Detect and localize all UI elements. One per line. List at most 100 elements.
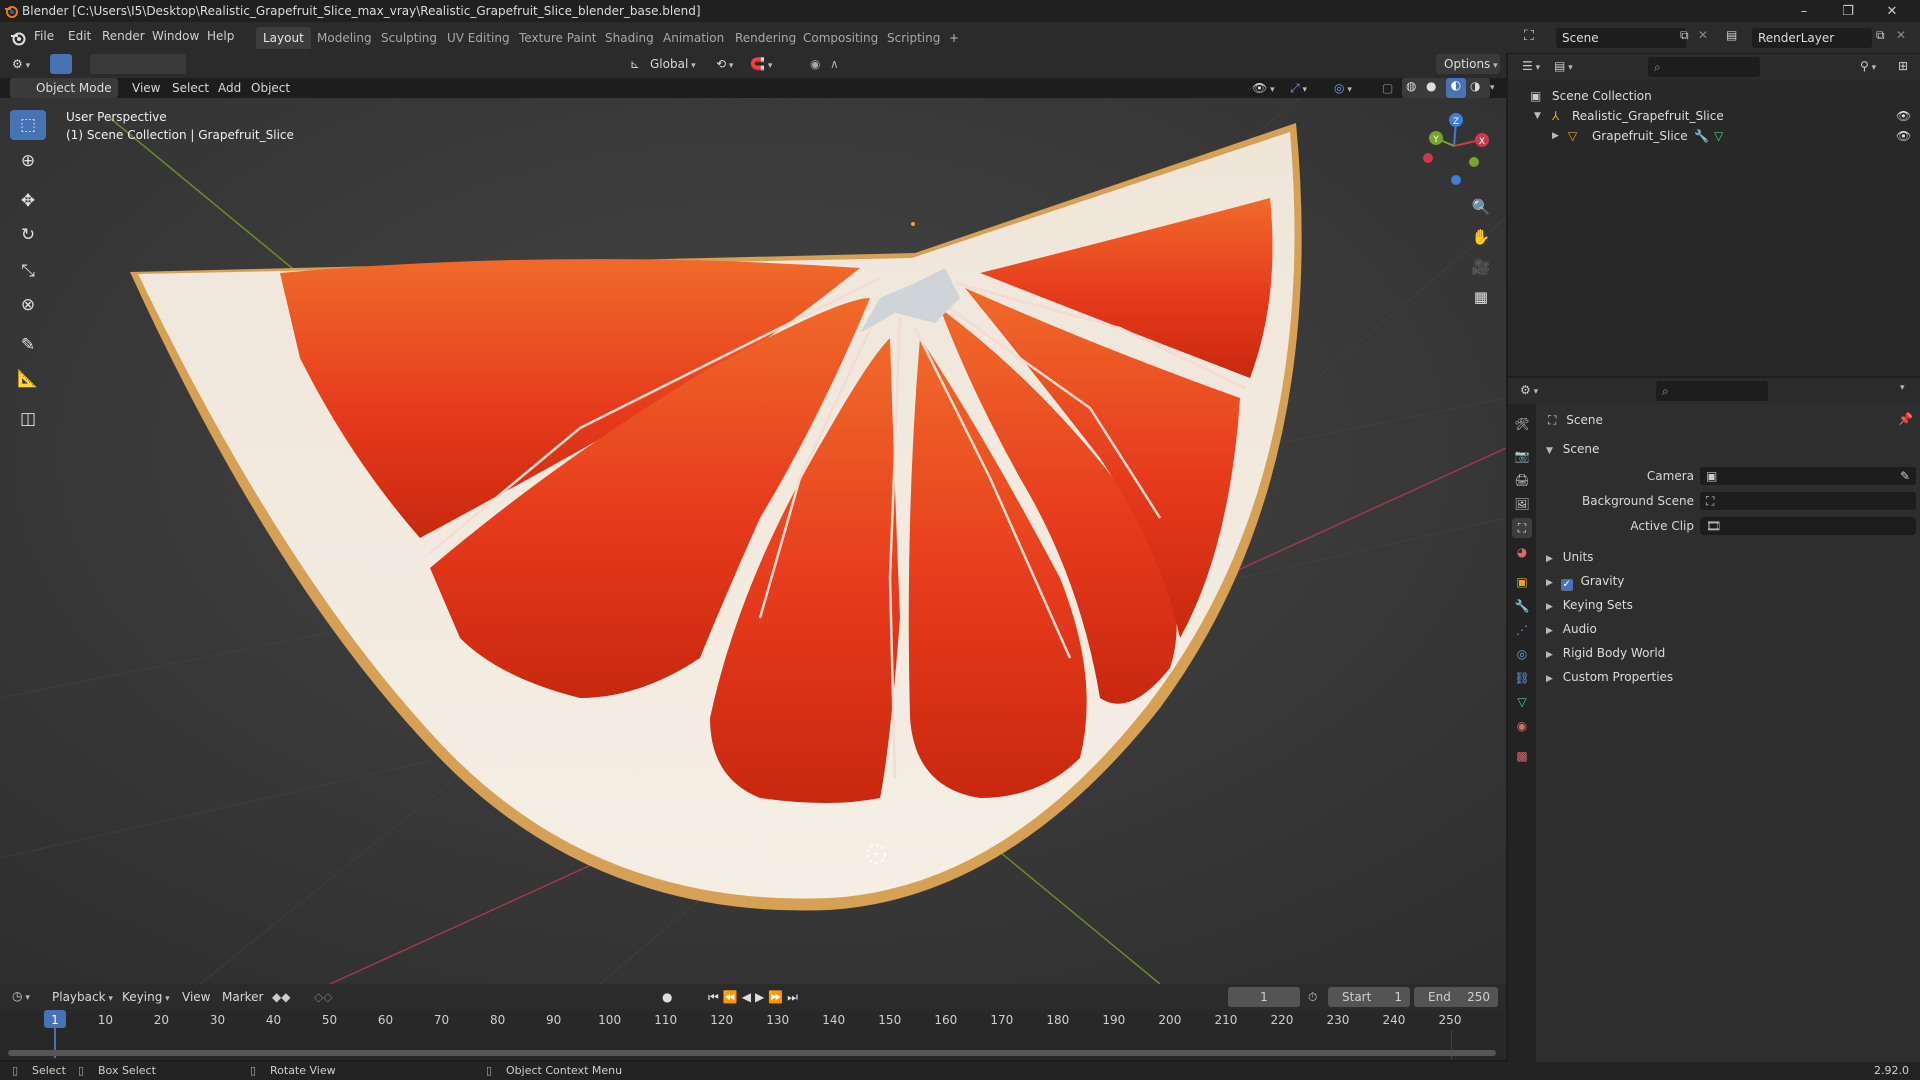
physics-tab-icon[interactable]: ◎ xyxy=(1512,644,1532,664)
orthographic-grid-icon[interactable]: ▦ xyxy=(1468,284,1494,310)
active-clip-field[interactable]: 🎞 xyxy=(1700,517,1916,535)
outliner-search-input[interactable]: ⌕ xyxy=(1648,57,1760,77)
new-collection-icon[interactable]: ⊞ xyxy=(1898,59,1908,73)
pivot-dropdown[interactable]: ⟲ xyxy=(716,54,733,74)
add-cube-tool[interactable]: ◫ xyxy=(10,404,46,434)
editor-type-icon[interactable]: ⚙ xyxy=(12,54,30,74)
solid-shading-icon[interactable]: ● xyxy=(1426,79,1436,93)
gizmo-neg-x[interactable] xyxy=(1423,153,1433,163)
tab-compositing[interactable]: Compositing xyxy=(796,27,885,49)
view-layer-tab-icon[interactable]: 🖼 xyxy=(1512,494,1532,514)
menu-file[interactable]: File xyxy=(34,29,54,43)
tab-uv-editing[interactable]: UV Editing xyxy=(440,27,517,49)
outliner-editor-type-icon[interactable]: ☰ xyxy=(1522,59,1540,73)
timeline-menu-keying[interactable]: Keying xyxy=(122,987,170,1007)
menu-edit[interactable]: Edit xyxy=(68,29,91,43)
add-workspace-button[interactable]: + xyxy=(942,27,966,49)
3d-viewport[interactable]: Z X Y User Perspective (1) Scene Collect… xyxy=(0,98,1506,984)
tab-texture-paint[interactable]: Texture Paint xyxy=(512,27,603,49)
viewport-menu-select[interactable]: Select xyxy=(172,78,209,98)
constraints-tab-icon[interactable]: ⛓ xyxy=(1512,668,1532,688)
viewport-menu-view[interactable]: View xyxy=(132,78,160,98)
eyedropper-icon[interactable]: ✎ xyxy=(1900,466,1910,486)
filter-icon[interactable]: ⚲ xyxy=(1860,59,1876,73)
gizmo-neg-y[interactable] xyxy=(1469,157,1479,167)
timeline-menu-view[interactable]: View xyxy=(182,987,210,1007)
gravity-checkbox[interactable]: ✓ xyxy=(1560,579,1573,591)
modifier-wrench-icon[interactable]: 🔧 xyxy=(1694,126,1709,146)
wireframe-shading-icon[interactable]: ◍ xyxy=(1406,79,1416,93)
timeline-menu-marker[interactable]: Marker xyxy=(222,987,263,1007)
snap-dropdown[interactable]: 🧲 xyxy=(750,54,772,74)
timeline-editor-type-icon[interactable]: ◷ xyxy=(12,989,30,1003)
frame-ruler[interactable]: 1 10 20 30 40 50 60 70 80 90 100 110 120 130 140 150 160… xyxy=(0,1010,1506,1032)
gizmo-neg-z[interactable] xyxy=(1451,175,1461,185)
close-button[interactable]: ✕ xyxy=(1870,0,1914,22)
mesh-data-icon[interactable]: ▽ xyxy=(1714,126,1723,146)
timeline[interactable]: 1 10 20 30 40 50 60 70 80 90 100 110 120 130 140 150 160… xyxy=(0,1010,1506,1060)
tool-tab-icon[interactable]: 🛠 xyxy=(1512,414,1532,434)
output-tab-icon[interactable]: 🖨 xyxy=(1512,470,1532,490)
rendered-shading-icon[interactable]: ◑ xyxy=(1470,79,1480,93)
auto-keying-icon[interactable]: ● xyxy=(662,987,672,1007)
view-layer-field[interactable]: RenderLayer xyxy=(1752,28,1872,48)
zoom-icon[interactable]: 🔍 xyxy=(1468,194,1494,220)
render-tab-icon[interactable]: 📷 xyxy=(1512,446,1532,466)
material-tab-icon[interactable]: ◉ xyxy=(1512,716,1532,736)
viewport-menu-add[interactable]: Add xyxy=(218,78,241,98)
tab-animation[interactable]: Animation xyxy=(656,27,731,49)
keyframe-delete-icon[interactable]: ◇◇ xyxy=(314,987,332,1007)
panel-keying-sets[interactable]: ▶ Keying Sets xyxy=(1538,594,1916,616)
panel-gravity[interactable]: ▶ ✓ Gravity xyxy=(1538,570,1916,592)
visibility-eye-icon[interactable]: 👁 xyxy=(1896,126,1911,146)
transform-tool[interactable]: ⊗ xyxy=(10,290,46,320)
tab-shading[interactable]: Shading xyxy=(598,27,661,49)
display-mode-icon[interactable]: ▤ xyxy=(1554,59,1573,73)
shading-mode-buttons[interactable]: ◍ ● ◐ ◑ xyxy=(1402,78,1490,98)
remove-view-layer-icon[interactable]: ✕ xyxy=(1896,28,1906,42)
expand-arrow-icon[interactable]: ▶ xyxy=(1552,126,1559,146)
orientation-dropdown[interactable]: Global xyxy=(650,54,696,74)
tree-row-scene-collection[interactable]: ▣ Scene Collection xyxy=(1508,86,1920,106)
xray-toggle[interactable]: ▢ xyxy=(1382,78,1393,98)
cursor-tool[interactable]: ⊕ xyxy=(10,146,46,176)
tab-rendering[interactable]: Rendering xyxy=(728,27,803,49)
properties-options-chevron-icon[interactable]: ▾ xyxy=(1900,383,1905,393)
pin-icon[interactable]: 📌 xyxy=(1898,412,1913,426)
panel-units[interactable]: ▶ Units xyxy=(1538,546,1916,568)
expand-arrow-icon[interactable]: ▼ xyxy=(1534,106,1541,126)
scene-tab-icon[interactable]: ⛶ xyxy=(1512,518,1532,538)
new-scene-icon[interactable]: ⧉ xyxy=(1680,28,1689,43)
new-view-layer-icon[interactable]: ⧉ xyxy=(1876,28,1885,43)
panel-custom-properties[interactable]: ▶ Custom Properties xyxy=(1538,666,1916,688)
panel-audio[interactable]: ▶ Audio xyxy=(1538,618,1916,640)
tree-row-grapefruit-slice[interactable]: ▶ ▽ Grapefruit_Slice 🔧 ▽ 👁 xyxy=(1508,126,1920,146)
mode-dropdown[interactable]: Object Mode xyxy=(10,78,118,98)
particles-tab-icon[interactable]: ⋰ xyxy=(1512,620,1532,640)
keyframe-insert-icon[interactable]: ◆◆ xyxy=(272,987,290,1007)
background-scene-field[interactable]: ⛶ xyxy=(1700,492,1916,510)
material-shading-icon[interactable]: ◐ xyxy=(1446,78,1466,98)
menu-help[interactable]: Help xyxy=(207,29,234,43)
pan-hand-icon[interactable]: ✋ xyxy=(1468,224,1494,250)
object-tab-icon[interactable]: ▣ xyxy=(1512,572,1532,592)
current-frame-field[interactable]: 1 xyxy=(1228,987,1300,1007)
remove-scene-icon[interactable]: ✕ xyxy=(1698,28,1708,42)
rotate-tool[interactable]: ↻ xyxy=(10,220,46,250)
menu-window[interactable]: Window xyxy=(152,29,199,43)
menu-render[interactable]: Render xyxy=(102,29,145,43)
tab-scripting[interactable]: Scripting xyxy=(880,27,947,49)
data-tab-icon[interactable]: ▽ xyxy=(1512,692,1532,712)
tab-modeling[interactable]: Modeling xyxy=(310,27,379,49)
move-tool[interactable]: ✥ xyxy=(10,186,46,216)
measure-tool[interactable]: 📐 xyxy=(10,364,46,394)
select-box-tool[interactable]: ⬚ xyxy=(10,110,46,140)
gizmo-toggle[interactable]: ⤢ xyxy=(1290,78,1307,98)
falloff-icon[interactable]: ∧ xyxy=(830,54,839,74)
tab-layout[interactable]: Layout xyxy=(256,27,311,49)
camera-field[interactable]: ▣ ✎ xyxy=(1700,467,1916,485)
select-tool-icon[interactable] xyxy=(50,54,72,74)
timeline-menu-playback[interactable]: Playback xyxy=(52,987,113,1007)
minimize-button[interactable]: – xyxy=(1782,0,1826,22)
options-dropdown[interactable]: Options xyxy=(1436,54,1500,74)
